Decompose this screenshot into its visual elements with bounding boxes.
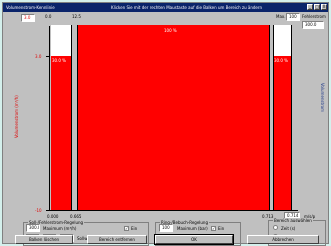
divider-left[interactable]: [71, 25, 72, 211]
right-field[interactable]: 300.0: [302, 21, 324, 29]
left-band[interactable]: [51, 56, 71, 210]
center-label: 100 %: [164, 28, 177, 33]
group-range-title: Bereich auswählen: [273, 218, 313, 223]
divider-right-3: [291, 25, 292, 211]
y-tick-label-bottom: -10: [35, 208, 42, 213]
right-band-top: [273, 25, 291, 56]
clear-bars-button[interactable]: Balken löschen: [15, 235, 73, 244]
right-band-label: 30.0 %: [274, 58, 288, 63]
app-window: Volumenstrom-Kennlinie Klicken Sie mit d…: [2, 2, 329, 246]
cancel-button[interactable]: Abbrechen: [247, 235, 319, 244]
divider-right[interactable]: [269, 25, 270, 211]
top-tick-left-b: 12.5: [72, 14, 81, 19]
x-axis: [49, 210, 298, 211]
top-value-field[interactable]: 3.0: [21, 14, 35, 22]
main-region[interactable]: [77, 25, 269, 210]
radio-time[interactable]: [273, 225, 278, 230]
close-button[interactable]: X: [321, 4, 327, 10]
ring-max-label: Maximum (bar): [177, 226, 208, 231]
divider-left-2[interactable]: [77, 25, 78, 211]
window-title: Volumenstrom-Kennlinie: [6, 5, 55, 10]
top-tick-left-a: 0.0: [45, 14, 52, 19]
right-axis-label: Volumenstrom: [320, 83, 325, 112]
title-bar: Volumenstrom-Kennlinie Klicken Sie mit d…: [3, 3, 328, 12]
setpoint-max-label: Maximum (m³/h): [43, 226, 77, 231]
range-field[interactable]: 100: [286, 13, 300, 21]
left-band-top: [51, 25, 71, 56]
y-tick-label-top: 3.0: [35, 54, 42, 59]
minimize-button[interactable]: _: [307, 4, 313, 10]
setpoint-enable-label: Ein: [131, 226, 138, 231]
x-tick-label-mid: 0.665: [70, 214, 82, 219]
y-tick-top: [46, 56, 49, 57]
y-axis-label: Volumenstrom (m³/h): [14, 95, 19, 138]
radio-time-label: Zeit (s): [281, 226, 296, 231]
range-label: Max.: [276, 14, 286, 19]
ring-enable-checkbox[interactable]: ✓: [211, 226, 216, 231]
maximize-button[interactable]: □: [314, 4, 320, 10]
setpoint-max-field[interactable]: 300.0: [26, 224, 40, 232]
left-band-label: 30.0 %: [52, 58, 66, 63]
y-axis: [49, 26, 50, 211]
remove-range-button[interactable]: Bereich entfernen: [87, 235, 147, 244]
ring-enable-label: Ein: [218, 226, 225, 231]
x-tick-label-right: 0.713: [262, 214, 274, 219]
right-field-label: Fehlerstrom: [302, 14, 326, 19]
divider-right-2[interactable]: [273, 25, 274, 211]
ok-button[interactable]: OK: [154, 234, 234, 245]
setpoint-enable-checkbox[interactable]: ✓: [124, 226, 129, 231]
ring-max-field[interactable]: 100: [159, 224, 173, 232]
window-subtitle: Klicken Sie mit der rechten Maustaste au…: [111, 5, 262, 10]
right-band[interactable]: [273, 56, 291, 210]
y-tick-bottom: [46, 210, 49, 211]
x-tick-label-left: 0.000: [47, 214, 59, 219]
